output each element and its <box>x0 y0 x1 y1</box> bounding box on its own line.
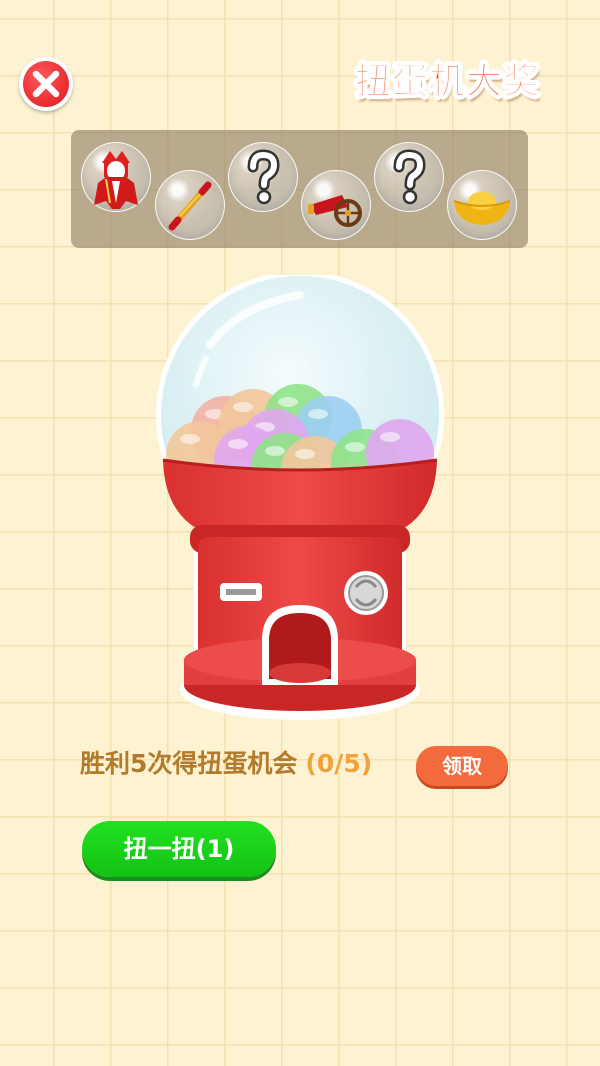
gumball-highlight <box>278 397 298 407</box>
gumball-highlight <box>308 409 328 419</box>
gumball-highlight <box>228 439 248 449</box>
gumball-highlight <box>180 434 200 444</box>
gold-ingot-icon <box>447 170 517 240</box>
question-mark-icon <box>374 142 444 212</box>
progress-count: (0/5) <box>305 749 373 778</box>
page-title: 扭蛋机大奖 <box>354 61 540 103</box>
claim-button[interactable]: 领取 <box>416 746 508 786</box>
close-icon <box>32 70 60 98</box>
gumball-highlight <box>380 432 400 442</box>
spin-button[interactable]: 扭一扭(1) <box>82 821 276 877</box>
red-warrior-hood-costume-icon <box>81 142 151 212</box>
progress-label: 胜利5次得扭蛋机会 <box>80 749 298 778</box>
golden-staff-icon <box>155 170 225 240</box>
prize-list <box>71 130 528 248</box>
question-mark-icon <box>228 142 298 212</box>
gumball-highlight <box>295 449 315 459</box>
prize-door <box>262 605 338 685</box>
gumball-highlight <box>265 446 285 456</box>
gumball-machine <box>156 275 444 720</box>
crank-knob <box>344 571 388 615</box>
close-button[interactable] <box>19 57 73 111</box>
gumball-highlight <box>233 402 253 412</box>
win-progress: 胜利5次得扭蛋机会 (0/5) <box>80 744 372 780</box>
gumball-highlight <box>345 442 365 452</box>
red-cannon-icon <box>301 170 371 240</box>
